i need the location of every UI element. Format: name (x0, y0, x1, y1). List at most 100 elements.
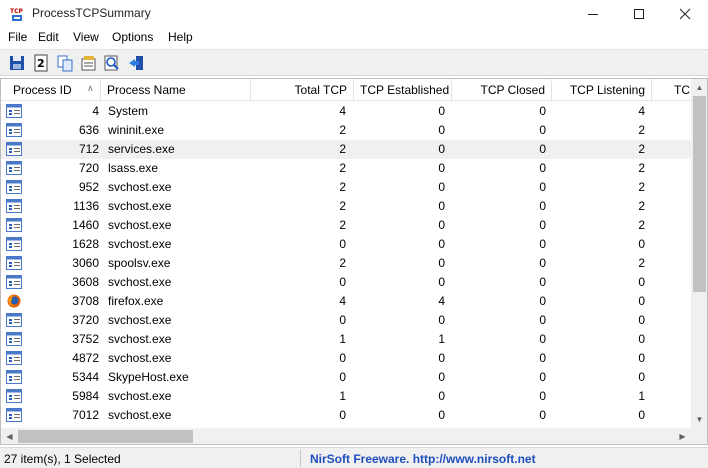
cell-total-tcp: 4 (339, 104, 346, 118)
cell-tcp-closed: 0 (539, 351, 546, 365)
cell-tcp-listening: 2 (638, 218, 645, 232)
maximize-button[interactable] (616, 0, 662, 28)
horizontal-scrollbar[interactable]: ◀ ▶ (1, 428, 691, 444)
table-row[interactable]: 952 svchost.exe 2 0 0 2 (1, 178, 691, 197)
cell-process-name: firefox.exe (108, 294, 164, 308)
window-title: ProcessTCPSummary (32, 6, 151, 20)
copy-icon[interactable] (56, 54, 74, 72)
table-row[interactable]: 3060 spoolsv.exe 2 0 0 2 (1, 254, 691, 273)
menu-view[interactable]: View (73, 30, 99, 44)
table-row[interactable]: 3752 svchost.exe 1 1 0 0 (1, 330, 691, 349)
table-row[interactable]: 4872 svchost.exe 0 0 0 0 (1, 349, 691, 368)
table-row[interactable]: 1628 svchost.exe 0 0 0 0 (1, 235, 691, 254)
cell-tcp-listening: 2 (638, 142, 645, 156)
cell-process-id: 3060 (72, 256, 99, 270)
properties-icon[interactable] (80, 54, 98, 72)
vertical-scroll-thumb[interactable] (693, 96, 706, 292)
table-row[interactable]: 712 services.exe 2 0 0 2 (1, 140, 691, 159)
vertical-scrollbar[interactable]: ▲ ▼ (691, 79, 707, 428)
title-bar: TCP ProcessTCPSummary (0, 0, 708, 28)
find-icon[interactable] (103, 54, 121, 72)
process-icon (6, 123, 22, 137)
cell-process-name: svchost.exe (108, 237, 172, 251)
process-icon (6, 104, 22, 118)
cell-total-tcp: 4 (339, 294, 346, 308)
cell-tcp-listening: 2 (638, 180, 645, 194)
column-header-tcp-established[interactable]: TCP Established (354, 79, 452, 101)
menu-help[interactable]: Help (168, 30, 193, 44)
cell-total-tcp: 2 (339, 161, 346, 175)
cell-total-tcp: 1 (339, 332, 346, 346)
scroll-down-arrow-icon[interactable]: ▼ (691, 411, 707, 428)
table-row[interactable]: 720 lsass.exe 2 0 0 2 (1, 159, 691, 178)
table-row[interactable]: 1460 svchost.exe 2 0 0 2 (1, 216, 691, 235)
cell-tcp-closed: 0 (539, 408, 546, 422)
cell-total-tcp: 0 (339, 313, 346, 327)
status-bar: 27 item(s), 1 Selected NirSoft Freeware.… (0, 447, 708, 468)
close-button[interactable] (662, 0, 708, 28)
cell-tcp-established: 0 (438, 104, 445, 118)
column-header-tcp-closed[interactable]: TCP Closed (452, 79, 552, 101)
html-report-icon[interactable]: 2 (32, 54, 50, 72)
table-row[interactable]: 636 wininit.exe 2 0 0 2 (1, 121, 691, 140)
process-icon (6, 161, 22, 175)
scroll-right-arrow-icon[interactable]: ▶ (674, 428, 691, 444)
cell-tcp-closed: 0 (539, 256, 546, 270)
cell-process-id: 5984 (72, 389, 99, 403)
save-icon[interactable] (8, 54, 26, 72)
status-item-count: 27 item(s), 1 Selected (4, 452, 121, 466)
table-row[interactable]: 1136 svchost.exe 2 0 0 2 (1, 197, 691, 216)
process-icon (6, 142, 22, 156)
cell-total-tcp: 2 (339, 180, 346, 194)
cell-process-name: svchost.exe (108, 199, 172, 213)
cell-tcp-closed: 0 (539, 313, 546, 327)
cell-process-id: 1136 (73, 199, 99, 213)
cell-tcp-established: 4 (438, 294, 445, 308)
cell-tcp-closed: 0 (539, 218, 546, 232)
cell-total-tcp: 0 (339, 408, 346, 422)
table-row[interactable]: 3720 svchost.exe 0 0 0 0 (1, 311, 691, 330)
cell-process-name: services.exe (108, 142, 175, 156)
table-row[interactable]: 7012 svchost.exe 0 0 0 0 (1, 406, 691, 425)
cell-process-name: spoolsv.exe (108, 256, 171, 270)
menu-edit[interactable]: Edit (38, 30, 59, 44)
cell-tcp-closed: 0 (539, 104, 546, 118)
column-header-total-tcp[interactable]: Total TCP (251, 79, 354, 101)
list-header: Process ID ∧ Process Name Total TCP TCP … (1, 79, 693, 101)
cell-tcp-established: 0 (438, 351, 445, 365)
horizontal-scroll-thumb[interactable] (18, 430, 193, 443)
cell-tcp-closed: 0 (539, 142, 546, 156)
table-row[interactable]: 5344 SkypeHost.exe 0 0 0 0 (1, 368, 691, 387)
cell-process-name: System (108, 104, 149, 118)
process-icon (6, 370, 22, 384)
cell-process-id: 952 (78, 180, 99, 194)
cell-total-tcp: 1 (339, 389, 346, 403)
exit-icon[interactable] (127, 54, 145, 72)
nirsoft-link[interactable]: NirSoft Freeware. http://www.nirsoft.net (310, 452, 536, 466)
minimize-button[interactable] (570, 0, 616, 28)
column-header-process-id[interactable]: Process ID (1, 79, 101, 101)
column-header-tcp-listening[interactable]: TCP Listening (552, 79, 652, 101)
cell-process-id: 4872 (72, 351, 99, 365)
process-list[interactable]: Process ID ∧ Process Name Total TCP TCP … (0, 78, 708, 445)
cell-process-name: svchost.exe (108, 180, 172, 194)
cell-process-name: lsass.exe (108, 161, 159, 175)
cell-tcp-established: 0 (438, 218, 445, 232)
cell-tcp-listening: 0 (638, 313, 645, 327)
scroll-up-arrow-icon[interactable]: ▲ (691, 79, 707, 96)
menu-file[interactable]: File (8, 30, 27, 44)
scroll-left-arrow-icon[interactable]: ◀ (1, 428, 18, 444)
table-row[interactable]: 3608 svchost.exe 0 0 0 0 (1, 273, 691, 292)
table-row[interactable]: 4 System 4 0 0 4 (1, 102, 691, 121)
cell-tcp-listening: 0 (638, 408, 645, 422)
table-row[interactable]: 3708 firefox.exe 4 4 0 0 (1, 292, 691, 311)
cell-process-id: 5344 (72, 370, 99, 384)
column-header-process-name[interactable]: Process Name (101, 79, 251, 101)
cell-process-name: svchost.exe (108, 408, 172, 422)
table-row[interactable]: 5984 svchost.exe 1 0 0 1 (1, 387, 691, 406)
menu-options[interactable]: Options (112, 30, 153, 44)
cell-total-tcp: 2 (339, 199, 346, 213)
cell-tcp-closed: 0 (539, 389, 546, 403)
cell-tcp-listening: 4 (638, 104, 645, 118)
process-icon (6, 199, 22, 213)
